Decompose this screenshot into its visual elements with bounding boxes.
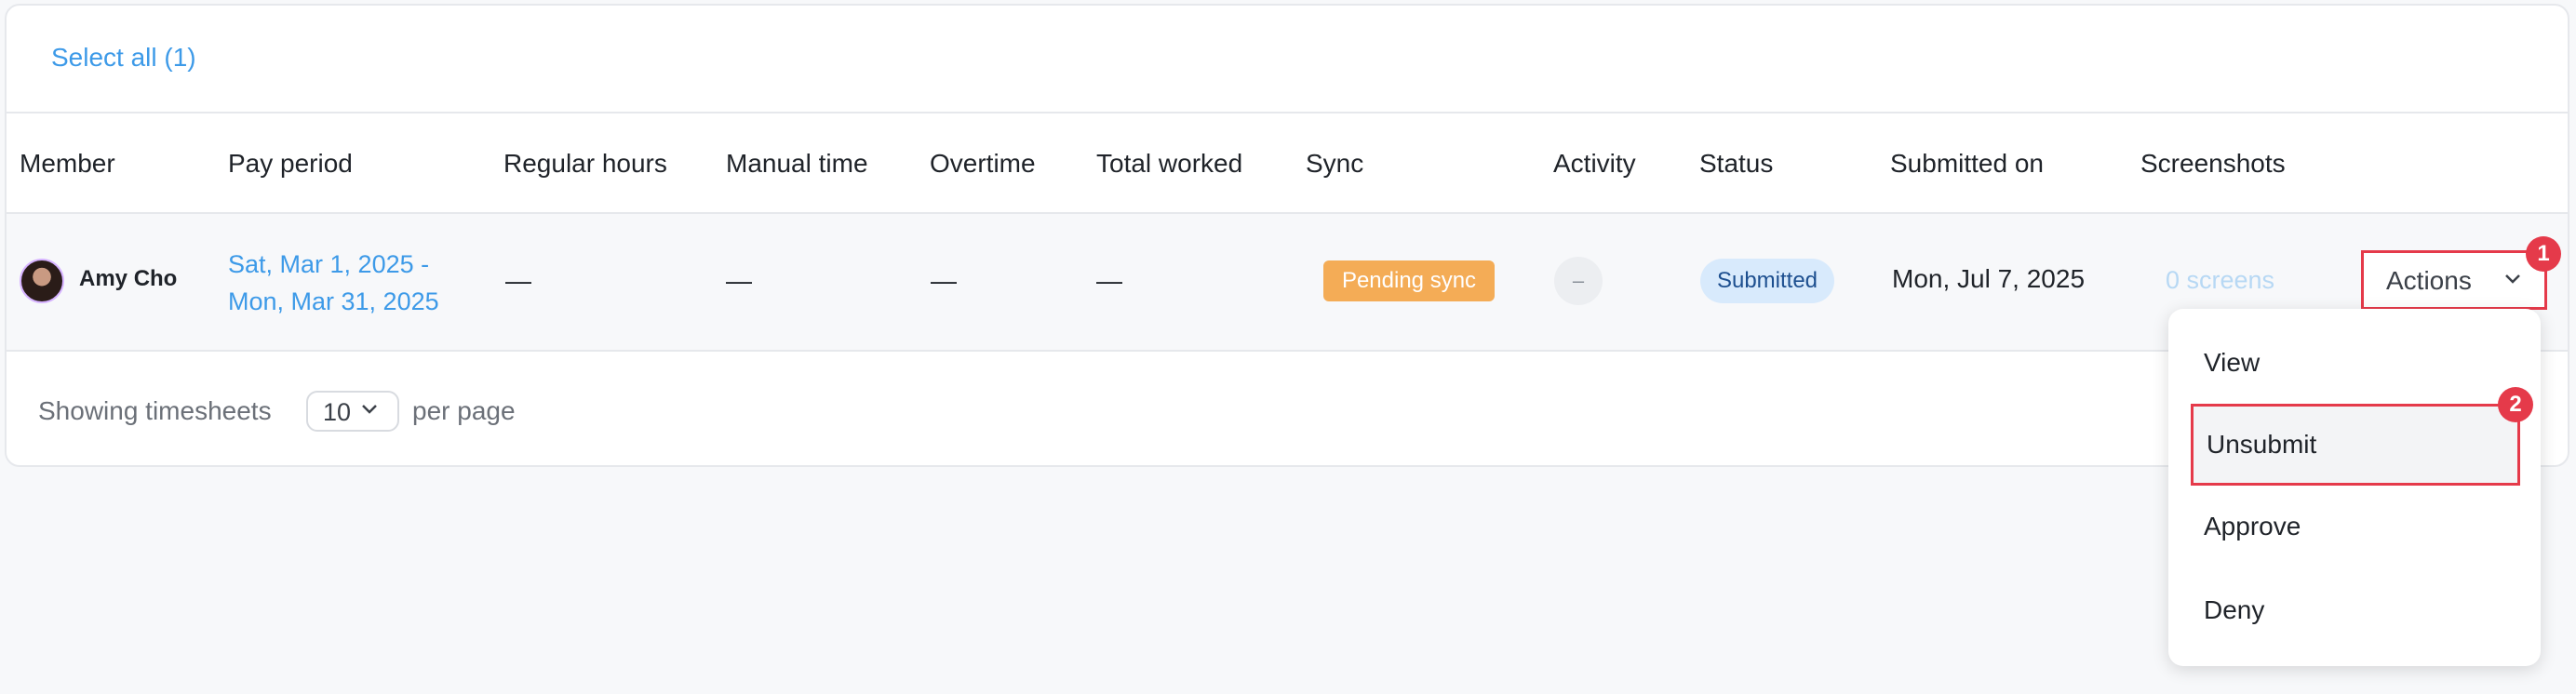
header-total-worked: Total worked bbox=[1096, 149, 1243, 178]
manual-time-value: — bbox=[726, 266, 752, 295]
sync-badge-label: Pending sync bbox=[1341, 268, 1477, 293]
header-submitted-on: Submitted on bbox=[1890, 149, 2044, 178]
pay-period-link[interactable]: Sat, Mar 1, 2025 - Mon, Mar 31, 2025 bbox=[228, 246, 439, 320]
header-overtime: Overtime bbox=[930, 149, 1036, 178]
header-screenshots: Screenshots bbox=[2140, 149, 2286, 178]
avatar bbox=[20, 259, 64, 303]
chevron-down-icon bbox=[360, 400, 379, 421]
header-member: Member bbox=[20, 149, 115, 178]
actions-dropdown-menu: View Unsubmit Approve Deny bbox=[2168, 309, 2541, 666]
header-activity: Activity bbox=[1553, 149, 1636, 178]
pay-period-start: Sat, Mar 1, 2025 - bbox=[228, 250, 430, 278]
header-pay-period: Pay period bbox=[228, 149, 353, 178]
regular-hours-value: — bbox=[505, 266, 531, 295]
menu-item-unsubmit[interactable]: Unsubmit bbox=[2191, 404, 2520, 486]
activity-value: – bbox=[1572, 269, 1585, 292]
header-regular-hours: Regular hours bbox=[503, 149, 667, 178]
menu-item-view[interactable]: View bbox=[2168, 322, 2541, 404]
step-2-label: 2 bbox=[2509, 392, 2522, 417]
actions-button[interactable]: Actions bbox=[2361, 250, 2547, 310]
menu-item-deny[interactable]: Deny bbox=[2168, 569, 2541, 651]
overtime-value: — bbox=[931, 266, 957, 295]
screenshots-link[interactable]: 0 screens bbox=[2166, 266, 2274, 295]
status-badge: Submitted bbox=[1700, 259, 1834, 303]
per-page-select[interactable]: 10 bbox=[306, 391, 399, 432]
per-page-label: per page bbox=[412, 396, 516, 425]
menu-item-approve[interactable]: Approve bbox=[2168, 486, 2541, 567]
pay-period-end: Mon, Mar 31, 2025 bbox=[228, 287, 439, 315]
submitted-on-value: Mon, Jul 7, 2025 bbox=[1892, 264, 2086, 293]
showing-timesheets-label: Showing timesheets bbox=[38, 396, 272, 425]
actions-button-label: Actions bbox=[2386, 266, 2472, 295]
per-page-value: 10 bbox=[323, 398, 352, 426]
step-1-label: 1 bbox=[2537, 241, 2550, 266]
status-badge-label: Submitted bbox=[1716, 268, 1818, 293]
select-all-link[interactable]: Select all (1) bbox=[51, 43, 196, 73]
total-worked-value: — bbox=[1096, 266, 1122, 295]
table-header-row: Member Pay period Regular hours Manual t… bbox=[7, 112, 2568, 214]
activity-indicator: – bbox=[1554, 257, 1603, 305]
chevron-down-icon bbox=[2503, 270, 2522, 291]
step-1-marker: 1 bbox=[2526, 236, 2561, 272]
header-sync: Sync bbox=[1306, 149, 1364, 178]
step-2-marker: 2 bbox=[2498, 387, 2533, 422]
sync-badge: Pending sync bbox=[1323, 260, 1495, 301]
header-manual-time: Manual time bbox=[726, 149, 868, 178]
header-status: Status bbox=[1699, 149, 1774, 178]
member-name: Amy Cho bbox=[79, 266, 178, 291]
